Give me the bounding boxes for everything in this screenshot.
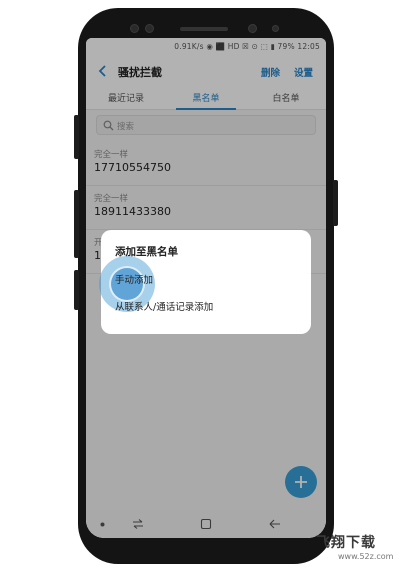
- sensor-icon: [272, 25, 279, 32]
- phone-screen: 0.91K/s ◉ ⬛ HD ☒ ⊙ ⬚ ▮ 79% 12:05 骚扰拦截 删除…: [86, 38, 326, 538]
- bixby-button: [74, 270, 79, 310]
- sensor-icon: [145, 24, 154, 33]
- volume-up-button: [74, 115, 79, 159]
- add-from-contacts-option[interactable]: 从联系人/通话记录添加: [115, 299, 213, 313]
- front-camera-icon: [248, 24, 257, 33]
- volume-down-button: [74, 190, 79, 258]
- power-button: [333, 180, 338, 226]
- watermark-url: www.52z.com: [338, 552, 394, 561]
- add-to-blacklist-dialog: 添加至黑名单 手动添加 从联系人/通话记录添加: [99, 230, 311, 334]
- earpiece-speaker: [180, 27, 228, 31]
- sensor-icon: [130, 24, 139, 33]
- watermark: 飞翔下载 www.52z.com: [314, 530, 400, 570]
- watermark-logo: 飞翔下载: [316, 535, 376, 551]
- manual-add-option[interactable]: 手动添加: [115, 272, 153, 286]
